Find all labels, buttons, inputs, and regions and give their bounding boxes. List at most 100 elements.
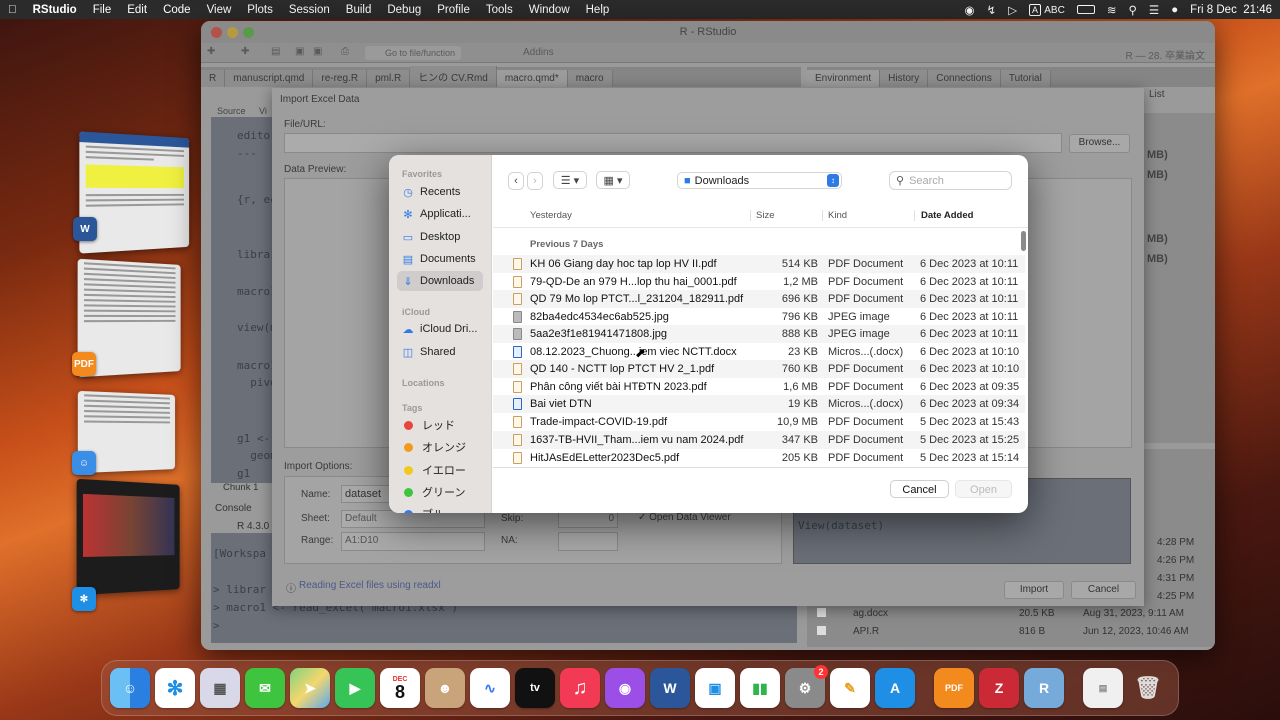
- menu-tools[interactable]: Tools: [478, 4, 521, 16]
- sidebar-tag-blue[interactable]: ブル: [397, 504, 483, 513]
- column-header-kind[interactable]: Kind: [822, 210, 847, 221]
- source-tab[interactable]: R: [201, 70, 225, 87]
- file-row[interactable]: 1637-TB-HVII_Tham...iem vu nam 2024.pdf 3…: [493, 431, 1025, 449]
- play-icon[interactable]: ▷: [1008, 3, 1017, 17]
- record-icon[interactable]: ◉: [965, 3, 975, 17]
- dock-word-icon[interactable]: W: [650, 668, 690, 708]
- file-row[interactable]: Phân công viết bài HTĐTN 2023.pdf 1,6 MB P…: [493, 378, 1025, 396]
- dock-podcasts-icon[interactable]: ◉: [605, 668, 645, 708]
- menu-window[interactable]: Window: [521, 4, 578, 16]
- chunk-label[interactable]: Chunk 1: [223, 482, 258, 493]
- file-row[interactable]: 08.12.2023_Chuong...iem viec NCTT.docx 23…: [493, 343, 1025, 361]
- import-button[interactable]: Import: [1004, 581, 1064, 599]
- menubar-clock[interactable]: Fri 8 Dec 21:46: [1190, 4, 1272, 16]
- sidebar-tag-orange[interactable]: オレンジ: [397, 437, 483, 457]
- location-popup[interactable]: ■ Downloads ↕: [677, 172, 842, 189]
- tab-history[interactable]: History: [880, 70, 928, 87]
- dock-pdf-expert-icon[interactable]: PDF: [934, 668, 974, 708]
- tab-tutorial[interactable]: Tutorial: [1001, 70, 1051, 87]
- stage-thumb-safari[interactable]: [77, 479, 180, 595]
- open-file-icon[interactable]: ▤: [271, 46, 280, 57]
- zoom-window-button[interactable]: [243, 27, 254, 38]
- finder-app-icon[interactable]: ☺: [72, 451, 96, 475]
- dock-messages-icon[interactable]: ✉: [245, 668, 285, 708]
- menu-edit[interactable]: Edit: [119, 4, 155, 16]
- word-app-icon[interactable]: W: [73, 217, 97, 241]
- file-row[interactable]: HitJAsEdELetter2023Dec5.pdf 205 KB PDF Doc…: [493, 449, 1025, 467]
- close-window-button[interactable]: [211, 27, 222, 38]
- sidebar-tag-green[interactable]: グリーン: [397, 482, 483, 502]
- browse-button[interactable]: Browse...: [1069, 134, 1130, 153]
- source-tab[interactable]: macro.qmd*: [497, 70, 568, 87]
- print-icon[interactable]: ⎙: [341, 46, 349, 57]
- source-subtab-visual[interactable]: Vi: [259, 106, 267, 116]
- column-header-size[interactable]: Size: [750, 210, 774, 221]
- project-menu[interactable]: R — 28. 卒業論文: [1126, 47, 1205, 62]
- battery-icon[interactable]: [1077, 5, 1095, 14]
- cancel-button[interactable]: Cancel: [890, 480, 949, 498]
- dock-safari-icon[interactable]: ✻: [155, 668, 195, 708]
- source-subtab-source[interactable]: Source: [217, 106, 246, 116]
- dock-calendar-icon[interactable]: DEC 8: [380, 668, 420, 708]
- sidebar-item-icloud-drive[interactable]: ☁ iCloud Dri...: [397, 319, 483, 339]
- sidebar-tag-yellow[interactable]: イエロー: [397, 460, 483, 480]
- safari-app-icon[interactable]: ✻: [72, 587, 96, 611]
- menu-build[interactable]: Build: [338, 4, 380, 16]
- sidebar-item-applications[interactable]: ✻ Applicati...: [397, 204, 483, 224]
- sidebar-tag-red[interactable]: レッド: [397, 415, 483, 435]
- range-input[interactable]: A1:D10: [341, 532, 485, 551]
- minimize-window-button[interactable]: [227, 27, 238, 38]
- source-tab[interactable]: manuscript.qmd: [225, 70, 313, 87]
- bluetooth-icon[interactable]: ↯: [987, 3, 997, 17]
- goto-file-input[interactable]: Go to file/function: [365, 46, 461, 60]
- file-row[interactable]: QD 79 Mo lop PTCT...l_231204_182911.pdf 6…: [493, 290, 1025, 308]
- file-row[interactable]: API.R 816 B Jun 12, 2023, 10:46 AM: [807, 623, 1215, 641]
- dock-music-icon[interactable]: ♫: [560, 668, 600, 708]
- menu-app-name[interactable]: RStudio: [25, 4, 85, 16]
- open-button[interactable]: Open: [955, 480, 1012, 498]
- sidebar-item-documents[interactable]: ▤ Documents: [397, 249, 483, 269]
- dock-trash-icon[interactable]: 🗑: [1128, 668, 1168, 708]
- help-link[interactable]: Reading Excel files using readxl: [299, 580, 441, 591]
- dock-maps-icon[interactable]: ➤: [290, 668, 330, 708]
- column-header-date[interactable]: Date Added: [914, 210, 973, 221]
- dock-recent-document-icon[interactable]: ▤: [1083, 668, 1123, 708]
- file-checkbox[interactable]: [817, 626, 826, 635]
- source-tab[interactable]: ヒンの CV.Rmd: [410, 66, 497, 87]
- dock-freeform-icon[interactable]: ∿: [470, 668, 510, 708]
- help-icon[interactable]: ⓘ: [286, 580, 296, 595]
- env-list-toggle[interactable]: List: [1149, 89, 1165, 100]
- file-name[interactable]: API.R: [853, 626, 879, 637]
- back-button[interactable]: ‹: [508, 172, 524, 190]
- file-checkbox[interactable]: [817, 608, 826, 617]
- forward-button[interactable]: ›: [527, 172, 543, 190]
- dock-launchpad-icon[interactable]: ▦: [200, 668, 240, 708]
- input-source-menu[interactable]: A ABC: [1029, 4, 1065, 16]
- control-center-icon[interactable]: ☰: [1149, 3, 1159, 17]
- na-input[interactable]: [558, 532, 618, 551]
- source-tab[interactable]: pml.R: [367, 70, 410, 87]
- dock-contacts-icon[interactable]: ☻: [425, 668, 465, 708]
- apple-icon[interactable]: : [0, 4, 25, 16]
- dock-rstudio-icon[interactable]: R: [1024, 668, 1064, 708]
- console-tab[interactable]: Console: [215, 503, 252, 514]
- sidebar-item-shared[interactable]: ◫ Shared: [397, 342, 483, 362]
- pdf-expert-app-icon[interactable]: PDF: [72, 352, 96, 376]
- source-tab[interactable]: re-reg.R: [313, 70, 367, 87]
- cancel-import-button[interactable]: Cancel: [1071, 581, 1136, 599]
- menu-plots[interactable]: Plots: [239, 4, 281, 16]
- dock-finder-icon[interactable]: ☺: [110, 668, 150, 708]
- menu-session[interactable]: Session: [281, 4, 338, 16]
- addins-menu[interactable]: Addins: [523, 47, 554, 58]
- menu-profile[interactable]: Profile: [429, 4, 478, 16]
- file-row[interactable]: QD 140 - NCTT lop PTCT HV 2_1.pdf 760 KB P…: [493, 360, 1025, 378]
- search-field[interactable]: ⚲ Search: [889, 171, 1012, 190]
- group-view-button[interactable]: ▦ ▾: [596, 171, 630, 189]
- menu-file[interactable]: File: [85, 4, 120, 16]
- dock-keynote-icon[interactable]: ▣: [695, 668, 735, 708]
- file-row[interactable]: 79-QD-De an 979 H...lop thu hai_0001.pdf…: [493, 273, 1025, 291]
- menu-help[interactable]: Help: [578, 4, 618, 16]
- save-all-icon[interactable]: ▣: [313, 46, 322, 57]
- file-row[interactable]: KH 06 Giang day hoc tap lop HV II.pdf 514…: [493, 255, 1025, 273]
- spotlight-icon[interactable]: ⚲: [1128, 3, 1136, 17]
